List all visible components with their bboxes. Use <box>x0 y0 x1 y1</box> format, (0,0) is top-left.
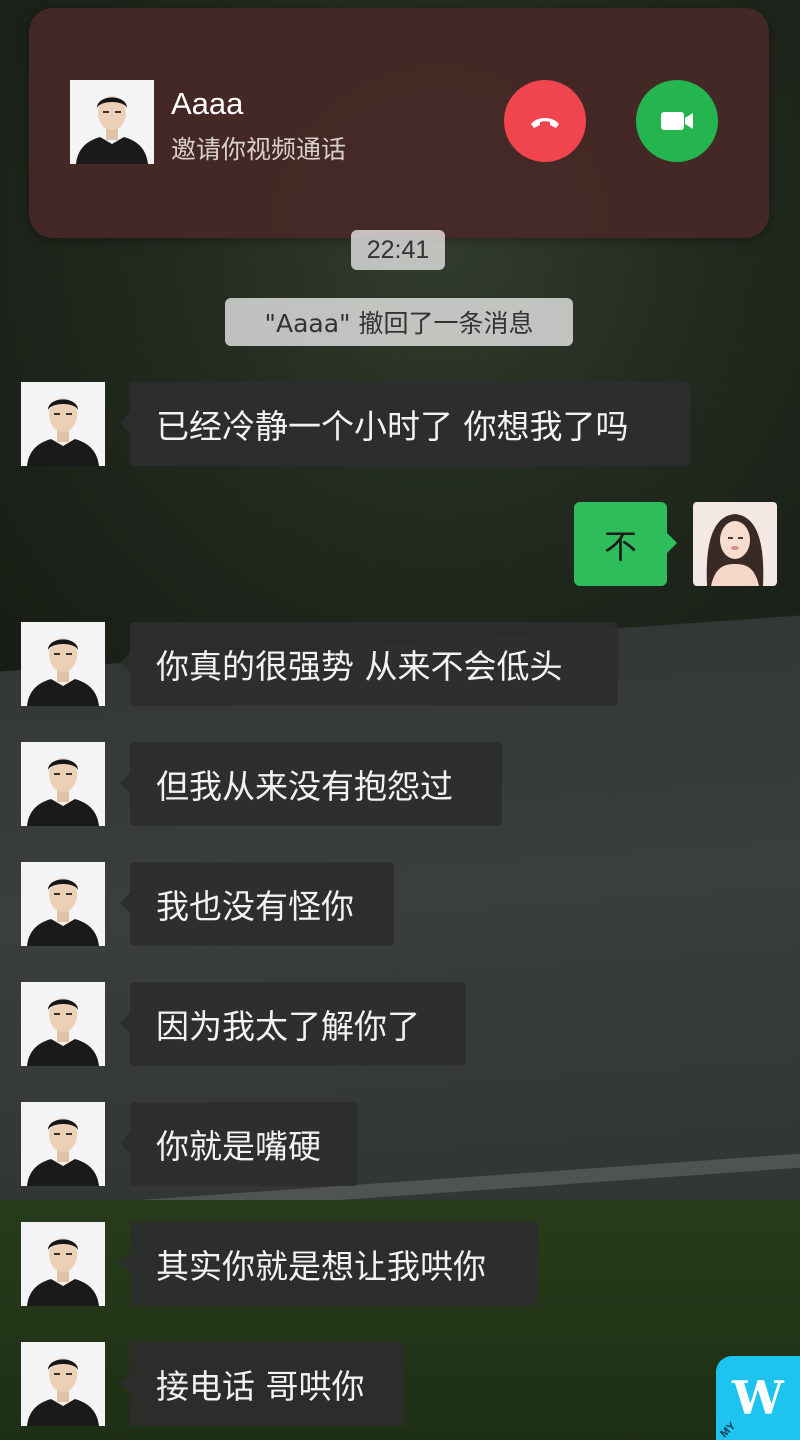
incoming-call-banner[interactable]: Aaaa 邀请你视频通话 <box>29 8 769 238</box>
contact-avatar[interactable] <box>21 862 105 946</box>
contact-avatar[interactable] <box>21 982 105 1066</box>
outgoing-message-bubble[interactable]: 不 <box>574 502 677 586</box>
contact-avatar[interactable] <box>21 1222 105 1306</box>
my-avatar[interactable] <box>693 502 777 586</box>
watermark-letter: W <box>732 1371 784 1425</box>
contact-avatar[interactable] <box>21 382 105 466</box>
phone-hangup-icon <box>531 118 559 128</box>
incoming-message-bubble[interactable]: 接电话 哥哄你 <box>120 1342 404 1426</box>
contact-avatar[interactable] <box>21 742 105 826</box>
chat-timestamp: 22:41 <box>351 230 445 270</box>
incoming-message-bubble[interactable]: 因为我太了解你了 <box>120 982 466 1066</box>
incoming-message-bubble[interactable]: 但我从来没有抱怨过 <box>120 742 502 826</box>
incoming-message-bubble[interactable]: 你就是嘴硬 <box>120 1102 358 1186</box>
call-subtitle: 邀请你视频通话 <box>171 135 347 164</box>
caller-avatar <box>70 80 154 164</box>
recall-notice: "Aaaa" 撤回了一条消息 <box>225 298 573 346</box>
watermark-logo: W MY <box>716 1356 800 1440</box>
accept-video-call-button[interactable] <box>636 80 718 162</box>
caller-name: Aaaa <box>171 86 244 121</box>
incoming-message-bubble[interactable]: 已经冷静一个小时了 你想我了吗 <box>120 382 690 466</box>
incoming-message-bubble[interactable]: 你真的很强势 从来不会低头 <box>120 622 618 706</box>
incoming-message-bubble[interactable]: 我也没有怪你 <box>120 862 394 946</box>
contact-avatar[interactable] <box>21 622 105 706</box>
video-camera-icon <box>661 112 693 130</box>
contact-avatar[interactable] <box>21 1342 105 1426</box>
decline-call-button[interactable] <box>504 80 586 162</box>
incoming-message-bubble[interactable]: 其实你就是想让我哄你 <box>120 1222 538 1306</box>
contact-avatar[interactable] <box>21 1102 105 1186</box>
